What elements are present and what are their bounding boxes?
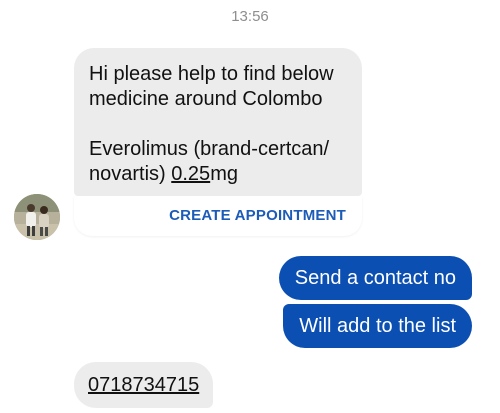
- chat-thread: 13:56 Hi please help to find below medic…: [0, 0, 500, 413]
- incoming-message-bubble[interactable]: Hi please help to find below medicine ar…: [74, 48, 362, 196]
- create-appointment-button[interactable]: CREATE APPOINTMENT: [74, 196, 362, 236]
- message-line: Hi please help to find below: [89, 63, 334, 85]
- dose-unit: mg: [210, 163, 238, 185]
- message-line: medicine around Colombo: [89, 88, 323, 110]
- dose-prefix: novartis): [89, 163, 172, 185]
- contact-avatar[interactable]: [14, 194, 60, 240]
- message-line: Everolimus (brand-certcan/: [89, 138, 330, 160]
- message-line-dose: novartis) 0.25mg: [89, 162, 350, 187]
- message-timestamp: 13:56: [231, 8, 269, 25]
- incoming-message-card: Hi please help to find below medicine ar…: [74, 48, 362, 236]
- dose-value-link[interactable]: 0.25: [171, 163, 210, 185]
- outgoing-message-bubble[interactable]: Send a contact no: [278, 256, 472, 300]
- avatar-photo-icon: [14, 194, 60, 240]
- incoming-phone-number-bubble[interactable]: 0718734715: [74, 362, 214, 408]
- outgoing-message-bubble[interactable]: Will add to the list: [283, 304, 472, 348]
